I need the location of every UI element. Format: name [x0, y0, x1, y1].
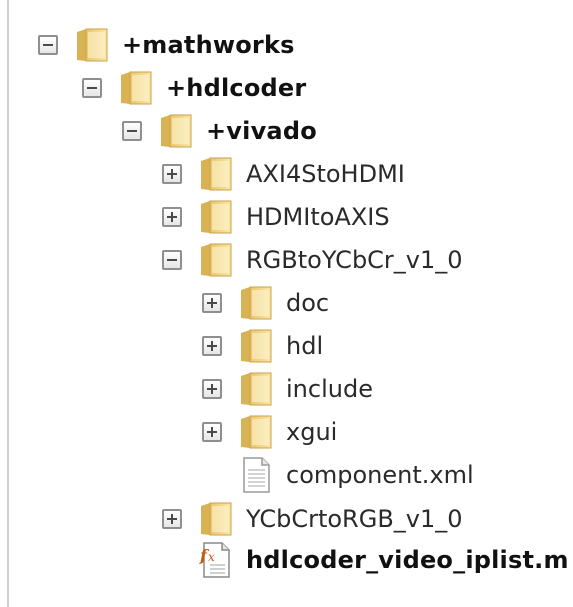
node-label: YCbCrtoRGB_v1_0: [246, 505, 463, 533]
node-label: hdlcoder_video_iplist.m: [246, 546, 569, 574]
node-label: RGBtoYCbCr_v1_0: [246, 246, 463, 274]
toggle-spacer: [162, 550, 182, 570]
expand-icon[interactable]: [162, 207, 182, 227]
node-label: xgui: [286, 418, 338, 446]
tree-node-doc[interactable]: doc: [202, 283, 329, 323]
folder-icon: [238, 284, 274, 322]
toggle-spacer: [202, 465, 222, 485]
folder-icon: [198, 198, 234, 236]
folder-icon: [198, 241, 234, 279]
expand-icon[interactable]: [202, 379, 222, 399]
expand-icon[interactable]: [202, 422, 222, 442]
tree-node-axi4stohdmi[interactable]: AXI4StoHDMI: [162, 154, 405, 194]
folder-icon: [238, 327, 274, 365]
tree-node-component-xml[interactable]: component.xml: [202, 455, 474, 495]
tree-node-ycbcrtorgb[interactable]: YCbCrtoRGB_v1_0: [162, 499, 463, 539]
node-label: +hdlcoder: [166, 74, 307, 102]
tree-node-rgbtoycbcr[interactable]: RGBtoYCbCr_v1_0: [162, 240, 463, 280]
node-label: +vivado: [206, 117, 317, 145]
expand-icon[interactable]: [162, 509, 182, 529]
svg-text:x: x: [208, 550, 215, 564]
collapse-icon[interactable]: [162, 250, 182, 270]
fx-file-icon: f x: [199, 542, 230, 578]
folder-icon: [198, 500, 234, 538]
tree-node-xgui[interactable]: xgui: [202, 412, 337, 452]
tree-node-iplist-m[interactable]: f x hdlcoder_video_iplist.m: [162, 540, 569, 580]
file-tree[interactable]: +mathworks +hdlcoder +vivado AXI4StoHDMI…: [0, 0, 573, 607]
folder-icon: [158, 112, 194, 150]
tree-node-hdl[interactable]: hdl: [202, 326, 323, 366]
tree-node-mathworks[interactable]: +mathworks: [38, 25, 295, 65]
folder-icon: [238, 413, 274, 451]
collapse-icon[interactable]: [38, 35, 58, 55]
node-label: doc: [286, 289, 330, 317]
collapse-icon[interactable]: [82, 78, 102, 98]
node-label: +mathworks: [122, 31, 295, 59]
node-label: hdl: [286, 332, 324, 360]
tree-node-vivado[interactable]: +vivado: [122, 111, 317, 151]
folder-icon: [74, 26, 110, 64]
expand-icon[interactable]: [202, 336, 222, 356]
tree-node-hdlcoder[interactable]: +hdlcoder: [82, 68, 306, 108]
expand-icon[interactable]: [162, 164, 182, 184]
expand-icon[interactable]: [202, 293, 222, 313]
node-label: HDMItoAXIS: [246, 203, 390, 231]
folder-icon: [238, 370, 274, 408]
tree-node-hdmitoaxis[interactable]: HDMItoAXIS: [162, 197, 390, 237]
collapse-icon[interactable]: [122, 121, 142, 141]
folder-icon: [198, 155, 234, 193]
node-label: AXI4StoHDMI: [246, 160, 405, 188]
tree-node-include[interactable]: include: [202, 369, 373, 409]
node-label: component.xml: [286, 461, 474, 489]
folder-icon: [118, 69, 154, 107]
xml-file-icon: [243, 457, 270, 493]
node-label: include: [286, 375, 373, 403]
